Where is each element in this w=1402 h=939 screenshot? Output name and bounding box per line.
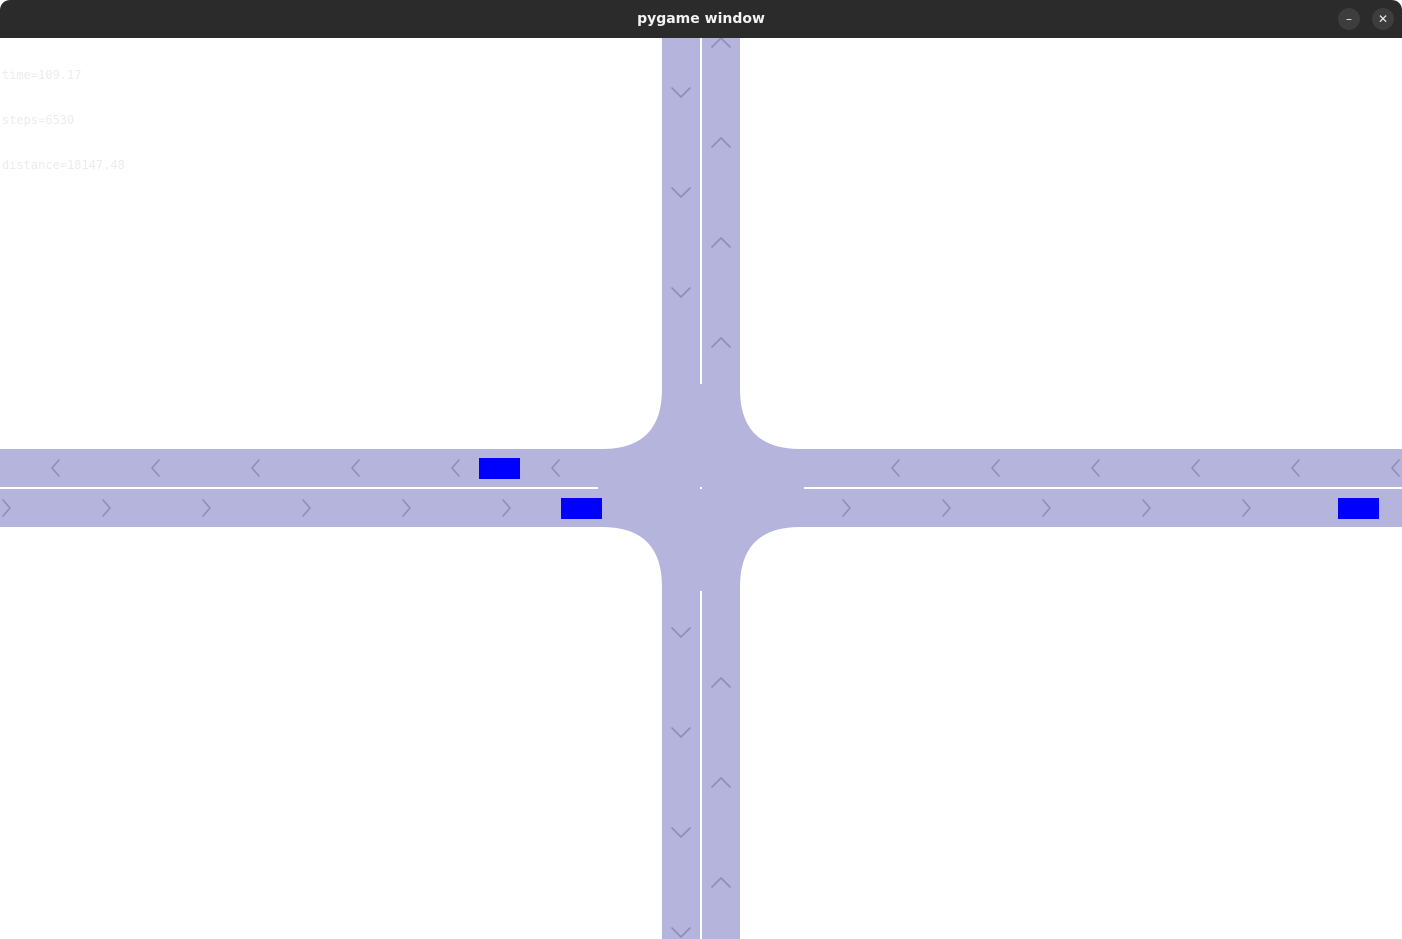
- simulation-canvas: [0, 38, 1402, 939]
- distance-readout: distance=18147.48: [2, 158, 125, 172]
- corner-fillet-sw: [602, 527, 662, 587]
- lane-line-center-dot: [700, 487, 702, 489]
- minimize-button[interactable]: –: [1338, 8, 1360, 30]
- close-icon: ✕: [1377, 12, 1389, 26]
- corner-fillet-nw: [602, 389, 662, 449]
- window-title: pygame window: [637, 11, 765, 27]
- steps-readout: steps=6530: [2, 113, 75, 127]
- lane-line-south: [700, 591, 702, 939]
- minimize-icon: –: [1346, 12, 1352, 26]
- title-bar[interactable]: pygame window – ✕: [0, 0, 1402, 38]
- corner-fillet-se: [740, 527, 800, 587]
- corner-fillet-ne: [740, 389, 800, 449]
- lane-line-east: [804, 487, 1402, 489]
- time-readout: time=109.17: [2, 68, 82, 82]
- close-button[interactable]: ✕: [1372, 8, 1394, 30]
- stats-overlay: time=109.17 steps=6530 distance=18147.48: [2, 38, 125, 203]
- lane-line-north: [700, 38, 702, 384]
- vehicle-car: [1338, 498, 1379, 519]
- vehicle-car: [561, 498, 602, 519]
- lane-markings: [0, 38, 1402, 939]
- pygame-window: pygame window – ✕ time=109.17 steps=6530…: [0, 0, 1402, 939]
- vehicle-car: [479, 458, 520, 479]
- lane-line-west: [0, 487, 598, 489]
